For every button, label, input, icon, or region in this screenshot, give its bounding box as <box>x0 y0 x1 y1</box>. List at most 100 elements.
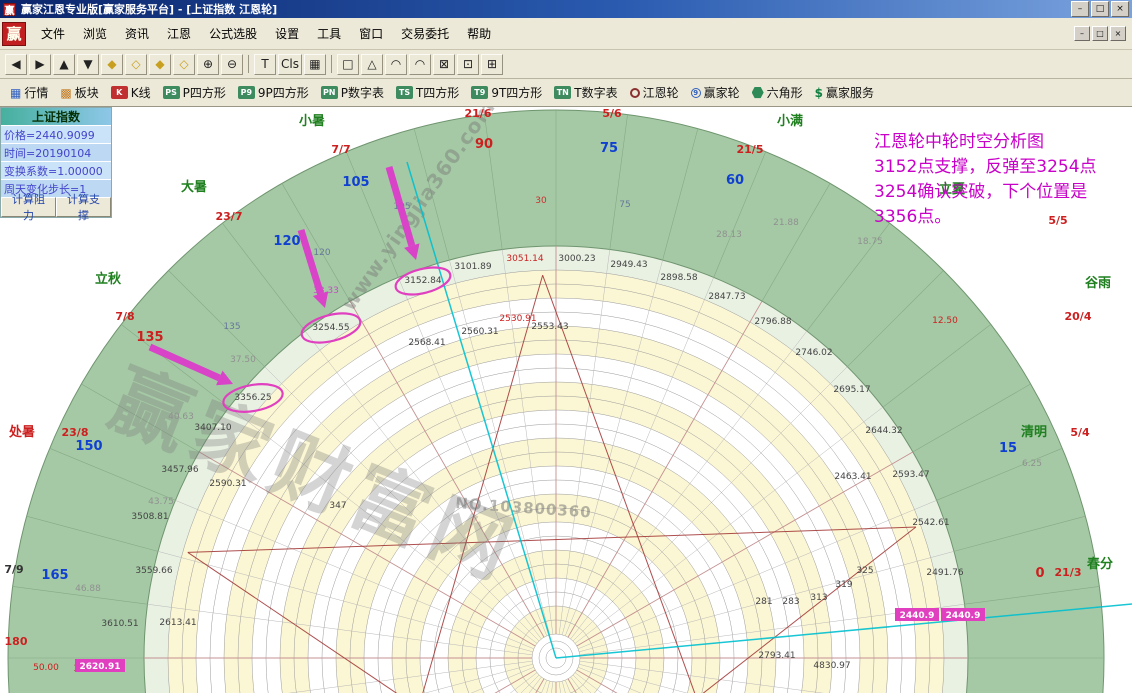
grid-edit-tool[interactable]: ▦ <box>304 54 326 75</box>
wheel-term-labels: 谷雨 <box>1085 275 1111 291</box>
zoom-out-tool[interactable]: ⊖ <box>221 54 243 75</box>
highlight-ellipse <box>393 263 453 300</box>
restore-button[interactable]: □ <box>1092 26 1108 41</box>
wheel-fraction-labels: 6.25 <box>1022 459 1042 469</box>
wheel-band <box>532 634 580 682</box>
brand-logo-icon: 赢 <box>2 22 26 46</box>
wheel-angle-labels: 180 <box>5 635 28 648</box>
winner-service-icon: $ <box>815 86 823 100</box>
wheel-ring-values: 3407.10 <box>194 423 231 433</box>
drawing-toolbar: ◀▶▲▼◆◇◆◇⊕⊖TCls▦□△◠◠⊠⊡⊞ <box>0 50 1132 79</box>
toolbar-item-winner-wheel[interactable]: 9赢家轮 <box>685 82 746 104</box>
zoom-in-tool[interactable]: ⊕ <box>197 54 219 75</box>
toolbar-item-quotes[interactable]: ▦行情 <box>4 82 54 104</box>
wheel-term-labels: 清明 <box>1021 424 1047 440</box>
wheel-band <box>364 466 748 693</box>
wheel-date-labels: 23/7 <box>216 210 243 223</box>
p-square-icon: PS <box>163 86 180 99</box>
pointer-up-tool[interactable]: ▲ <box>53 54 75 75</box>
menu-item-1[interactable]: 浏览 <box>74 22 116 45</box>
toolbar-item-t-square[interactable]: TST四方形 <box>390 82 465 104</box>
scroll-right-tool[interactable]: ▶ <box>29 54 51 75</box>
rect-tool[interactable]: □ <box>337 54 359 75</box>
wheel-ring-values: 3152.84 <box>404 276 441 286</box>
menu-item-0[interactable]: 文件 <box>32 22 74 45</box>
toolbar-item-t-number-table[interactable]: TNT数字表 <box>548 82 623 104</box>
highlight-ellipse <box>299 308 364 348</box>
wheel-angle-labels: 0 <box>1035 566 1044 581</box>
menu-item-6[interactable]: 工具 <box>308 22 350 45</box>
p-number-table-icon: PN <box>321 86 338 99</box>
diamond-tool-3[interactable]: ◆ <box>149 54 171 75</box>
toolbar-item-label: 行情 <box>24 84 48 101</box>
wheel-angle-labels: 15 <box>999 441 1017 456</box>
price-marker-value: 2440.9 <box>900 611 935 621</box>
diamond-tool-1[interactable]: ◆ <box>101 54 123 75</box>
minimize-button[interactable]: – <box>1071 1 1089 17</box>
select-tool-2[interactable]: ⊞ <box>481 54 503 75</box>
toolbar-item-p-number-table[interactable]: PNP数字表 <box>315 82 390 104</box>
diamond-tool-2[interactable]: ◇ <box>125 54 147 75</box>
wheel-term-labels: 大暑 <box>181 179 207 195</box>
toolbar-item-gann-wheel[interactable]: 江恩轮 <box>624 82 685 104</box>
toolbar-item-label: 9T四方形 <box>491 84 542 101</box>
wheel-fraction-labels: 33.33 <box>313 286 339 296</box>
text-tool[interactable]: T <box>254 54 276 75</box>
wheel-ring-values: 2593.47 <box>892 470 929 480</box>
box-x-tool[interactable]: ⊠ <box>433 54 455 75</box>
toolbar-item-label: 9P四方形 <box>258 84 309 101</box>
triangle-tool[interactable]: △ <box>361 54 383 75</box>
annotation-arrow-head <box>313 291 328 308</box>
pointer-down-tool[interactable]: ▼ <box>77 54 99 75</box>
menu-item-5[interactable]: 设置 <box>266 22 308 45</box>
wheel-fraction-labels: 40.63 <box>168 412 194 422</box>
wheel-band <box>280 382 832 693</box>
wheel-fraction-labels: 12.50 <box>932 316 958 326</box>
select-tool-1[interactable]: ⊡ <box>457 54 479 75</box>
calc-support-button[interactable]: 计算支撑 <box>56 197 111 217</box>
menu-item-3[interactable]: 江恩 <box>158 22 200 45</box>
toolbar-item-label: P数字表 <box>341 84 384 101</box>
wheel-fraction-labels: 43.75 <box>148 497 174 507</box>
toolbar-item-p-square[interactable]: PSP四方形 <box>157 82 232 104</box>
toolbar-item-kline[interactable]: KK线 <box>105 82 157 104</box>
toolbar-item-label: K线 <box>131 84 151 101</box>
wheel-date-labels: 5/4 <box>1070 426 1090 439</box>
t-number-table-icon: TN <box>554 86 571 99</box>
menu-item-9[interactable]: 帮助 <box>458 22 500 45</box>
wheel-ring-values: 2746.02 <box>795 348 832 358</box>
toolbar-separator <box>248 55 249 73</box>
toolbar-separator <box>331 55 332 73</box>
menu-item-7[interactable]: 窗口 <box>350 22 392 45</box>
menu-item-4[interactable]: 公式选股 <box>200 22 266 45</box>
calc-resistance-button[interactable]: 计算阻力 <box>1 197 56 217</box>
watermark-text: NO.103800360 <box>455 494 593 521</box>
wheel-ring-values: 3457.96 <box>161 465 198 475</box>
arc-tool-1[interactable]: ◠ <box>385 54 407 75</box>
toolbar-item-winner-service[interactable]: $赢家服务 <box>809 82 880 104</box>
wheel-date-labels: 20/4 <box>1065 310 1092 323</box>
arc-tool-2[interactable]: ◠ <box>409 54 431 75</box>
winner-wheel-icon: 9 <box>691 88 701 98</box>
wheel-inner-values: 2530.91 <box>499 314 536 324</box>
close-button[interactable]: × <box>1111 1 1129 17</box>
wheel-degree-labels: 30 <box>535 196 547 206</box>
clear-tool[interactable]: Cls <box>278 54 302 75</box>
scroll-left-tool[interactable]: ◀ <box>5 54 27 75</box>
menu-item-8[interactable]: 交易委托 <box>392 22 458 45</box>
wheel-fraction-labels: 50.00 <box>33 663 59 673</box>
restore-button[interactable]: □ <box>1091 1 1109 17</box>
menu-item-2[interactable]: 资讯 <box>116 22 158 45</box>
wheel-ring-values: 3610.51 <box>101 619 138 629</box>
toolbar-item-sectors[interactable]: ▩板块 <box>54 82 104 104</box>
price-marker-box <box>75 659 125 672</box>
close-button[interactable]: × <box>1110 26 1126 41</box>
toolbar-item-hexagon[interactable]: 六角形 <box>746 82 809 104</box>
minimize-button[interactable]: – <box>1074 26 1090 41</box>
toolbar-item-9p-square[interactable]: P99P四方形 <box>232 82 315 104</box>
wheel-angle-labels: 60 <box>726 173 744 188</box>
wheel-inner-values: 2568.41 <box>408 338 445 348</box>
toolbar-item-9t-square[interactable]: T99T四方形 <box>465 82 548 104</box>
watermark-text: 赢家财富网 <box>98 354 530 599</box>
diamond-tool-4[interactable]: ◇ <box>173 54 195 75</box>
